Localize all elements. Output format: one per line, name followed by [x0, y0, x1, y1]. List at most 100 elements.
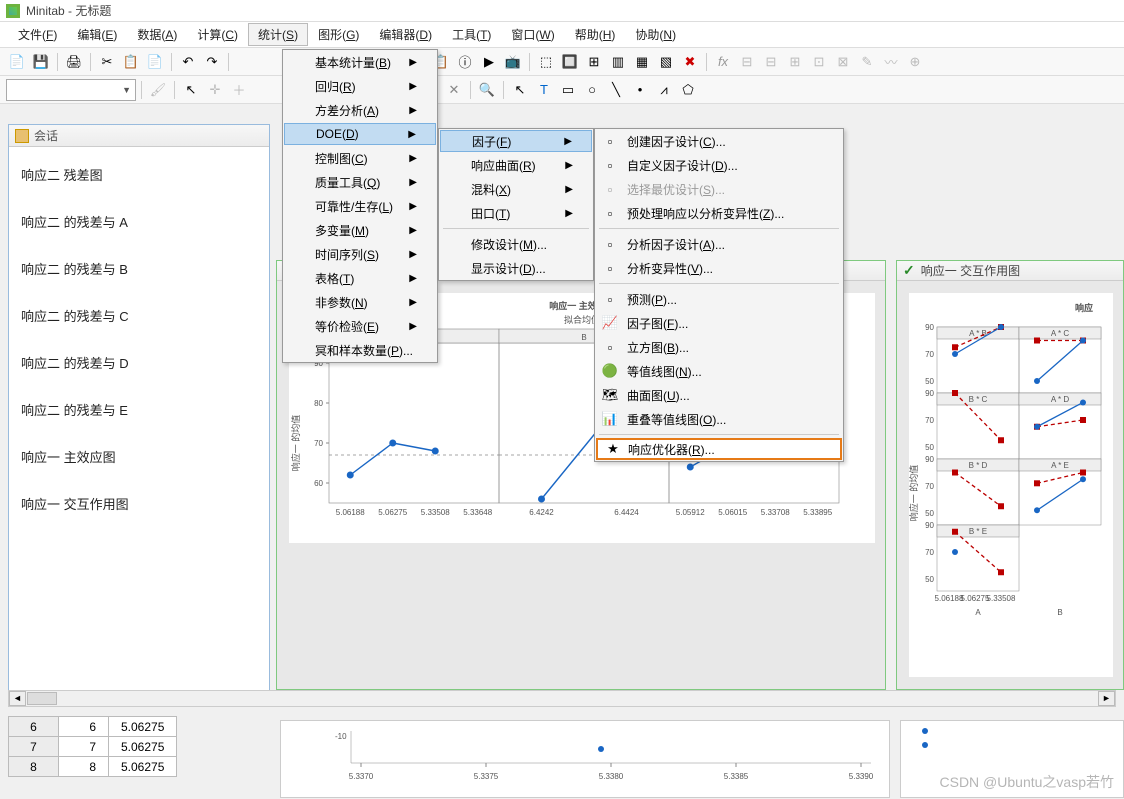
- menu-计算[interactable]: 计算(C): [187, 23, 248, 46]
- print-icon[interactable]: 🖨: [63, 51, 85, 73]
- tb-icon[interactable]: ▧: [655, 51, 677, 73]
- line-icon[interactable]: ╲: [605, 79, 627, 101]
- paste-icon[interactable]: 📄: [144, 51, 166, 73]
- fx-icon[interactable]: fx: [712, 51, 734, 73]
- pointer-icon[interactable]: ↖: [180, 79, 202, 101]
- menu-item[interactable]: 方差分析(A)▶: [283, 98, 437, 122]
- session-link[interactable]: 响应二 的残差与 E: [21, 400, 257, 419]
- row-header[interactable]: 7: [9, 737, 59, 757]
- session-link[interactable]: 响应二 的残差与 A: [21, 212, 257, 231]
- menu-item[interactable]: ★响应优化器(R)...: [596, 438, 842, 460]
- zoom-icon[interactable]: 🔍: [476, 79, 498, 101]
- plus-icon[interactable]: ＋: [228, 79, 250, 101]
- cut-icon[interactable]: ✂: [96, 51, 118, 73]
- cancel-icon[interactable]: ✕: [443, 79, 465, 101]
- menu-文件[interactable]: 文件(F): [8, 23, 67, 46]
- dot-icon[interactable]: •: [629, 79, 651, 101]
- menu-item[interactable]: 显示设计(D)...: [439, 256, 593, 280]
- menu-窗口[interactable]: 窗口(W): [501, 23, 564, 46]
- tb-icon[interactable]: ⊟: [736, 51, 758, 73]
- brush-icon[interactable]: 🖌: [147, 79, 169, 101]
- menu-item[interactable]: 🗺曲面图(U)...: [595, 383, 843, 407]
- circle-icon[interactable]: ○: [581, 79, 603, 101]
- tb-icon[interactable]: 🔲: [559, 51, 581, 73]
- menu-item[interactable]: 🟢等值线图(N)...: [595, 359, 843, 383]
- menu-item[interactable]: 可靠性/生存(L)▶: [283, 194, 437, 218]
- redo-icon[interactable]: ↷: [201, 51, 223, 73]
- menu-item[interactable]: ▫分析因子设计(A)...: [595, 232, 843, 256]
- polygon-icon[interactable]: ⬠: [677, 79, 699, 101]
- close-icon[interactable]: ✖: [679, 51, 701, 73]
- tb-icon[interactable]: ⊞: [583, 51, 605, 73]
- menu-item[interactable]: 表格(T)▶: [283, 266, 437, 290]
- menu-item[interactable]: 控制图(C)▶: [283, 146, 437, 170]
- menu-item[interactable]: ▫分析变异性(V)...: [595, 256, 843, 280]
- menu-工具[interactable]: 工具(T): [442, 23, 501, 46]
- session-link[interactable]: 响应二 残差图: [21, 165, 257, 184]
- tb-icon[interactable]: ⊡: [808, 51, 830, 73]
- menu-item[interactable]: 多变量(M)▶: [283, 218, 437, 242]
- tb-icon[interactable]: ⊟: [760, 51, 782, 73]
- tb-icon[interactable]: ▦: [631, 51, 653, 73]
- menu-item[interactable]: 📈因子图(F)...: [595, 311, 843, 335]
- scroll-right-arrow[interactable]: ►: [1098, 691, 1115, 706]
- menu-协助[interactable]: 协助(N): [625, 23, 686, 46]
- session-link[interactable]: 响应一 交互作用图: [21, 494, 257, 513]
- session-link[interactable]: 响应二 的残差与 D: [21, 353, 257, 372]
- menu-编辑[interactable]: 编辑(E): [67, 23, 127, 46]
- tb-icon[interactable]: ▶: [478, 51, 500, 73]
- menu-item[interactable]: 田口(T)▶: [439, 201, 593, 225]
- save-icon[interactable]: 💾: [30, 51, 52, 73]
- row-header[interactable]: 8: [9, 757, 59, 777]
- horizontal-scrollbar[interactable]: ◄ ►: [8, 690, 1116, 707]
- polyline-icon[interactable]: ⩘: [653, 79, 675, 101]
- menu-item[interactable]: 因子(F)▶: [440, 130, 592, 152]
- menu-item[interactable]: 冥和样本数量(P)...: [283, 338, 437, 362]
- menu-item[interactable]: 回归(R)▶: [283, 74, 437, 98]
- menu-item[interactable]: 等价检验(E)▶: [283, 314, 437, 338]
- session-link[interactable]: 响应一 主效应图: [21, 447, 257, 466]
- menu-item[interactable]: ▫自定义因子设计(D)...: [595, 153, 843, 177]
- menu-统计[interactable]: 统计(S): [248, 23, 308, 46]
- menu-item[interactable]: 非参数(N)▶: [283, 290, 437, 314]
- worksheet[interactable]: 665.06275775.06275885.06275: [8, 716, 177, 777]
- tb-icon[interactable]: ✎: [856, 51, 878, 73]
- tb-icon[interactable]: 〰: [880, 51, 902, 73]
- cell[interactable]: 5.06275: [109, 737, 177, 757]
- cell[interactable]: 6: [59, 717, 109, 737]
- scroll-left-arrow[interactable]: ◄: [9, 691, 26, 706]
- rect-icon[interactable]: ▭: [557, 79, 579, 101]
- menu-item[interactable]: DOE(D)▶: [284, 123, 436, 145]
- menu-图形[interactable]: 图形(G): [308, 23, 369, 46]
- session-link[interactable]: 响应二 的残差与 B: [21, 259, 257, 278]
- tb-icon[interactable]: ⓘ: [454, 51, 476, 73]
- tb-icon[interactable]: ⊠: [832, 51, 854, 73]
- menu-数据[interactable]: 数据(A): [127, 23, 187, 46]
- menu-item[interactable]: ▫立方图(B)...: [595, 335, 843, 359]
- tb-icon[interactable]: 📺: [502, 51, 524, 73]
- scroll-thumb[interactable]: [27, 692, 57, 705]
- menu-帮助[interactable]: 帮助(H): [565, 23, 626, 46]
- menu-编辑器[interactable]: 编辑器(D): [369, 23, 442, 46]
- new-file-icon[interactable]: 📄: [6, 51, 28, 73]
- session-header[interactable]: 会话: [9, 125, 269, 147]
- menu-item[interactable]: 📊重叠等值线图(O)...: [595, 407, 843, 431]
- tb-icon[interactable]: ▥: [607, 51, 629, 73]
- tb-icon[interactable]: ⊕: [904, 51, 926, 73]
- menu-item[interactable]: 响应曲面(R)▶: [439, 153, 593, 177]
- cell[interactable]: 7: [59, 737, 109, 757]
- crosshair-icon[interactable]: ✛: [204, 79, 226, 101]
- tb-icon[interactable]: ⊞: [784, 51, 806, 73]
- menu-item[interactable]: 混料(X)▶: [439, 177, 593, 201]
- menu-item[interactable]: 时间序列(S)▶: [283, 242, 437, 266]
- plot-header[interactable]: ✓ 响应一 交互作用图: [897, 261, 1123, 281]
- menu-item[interactable]: 基本统计量(B)▶: [283, 50, 437, 74]
- menu-item[interactable]: ▫预处理响应以分析变异性(Z)...: [595, 201, 843, 225]
- pointer2-icon[interactable]: ↖: [509, 79, 531, 101]
- menu-item[interactable]: ▫预测(P)...: [595, 287, 843, 311]
- tb-icon[interactable]: ⬚: [535, 51, 557, 73]
- cell[interactable]: 8: [59, 757, 109, 777]
- cell[interactable]: 5.06275: [109, 757, 177, 777]
- undo-icon[interactable]: ↶: [177, 51, 199, 73]
- selector-combo[interactable]: ▼: [6, 79, 136, 101]
